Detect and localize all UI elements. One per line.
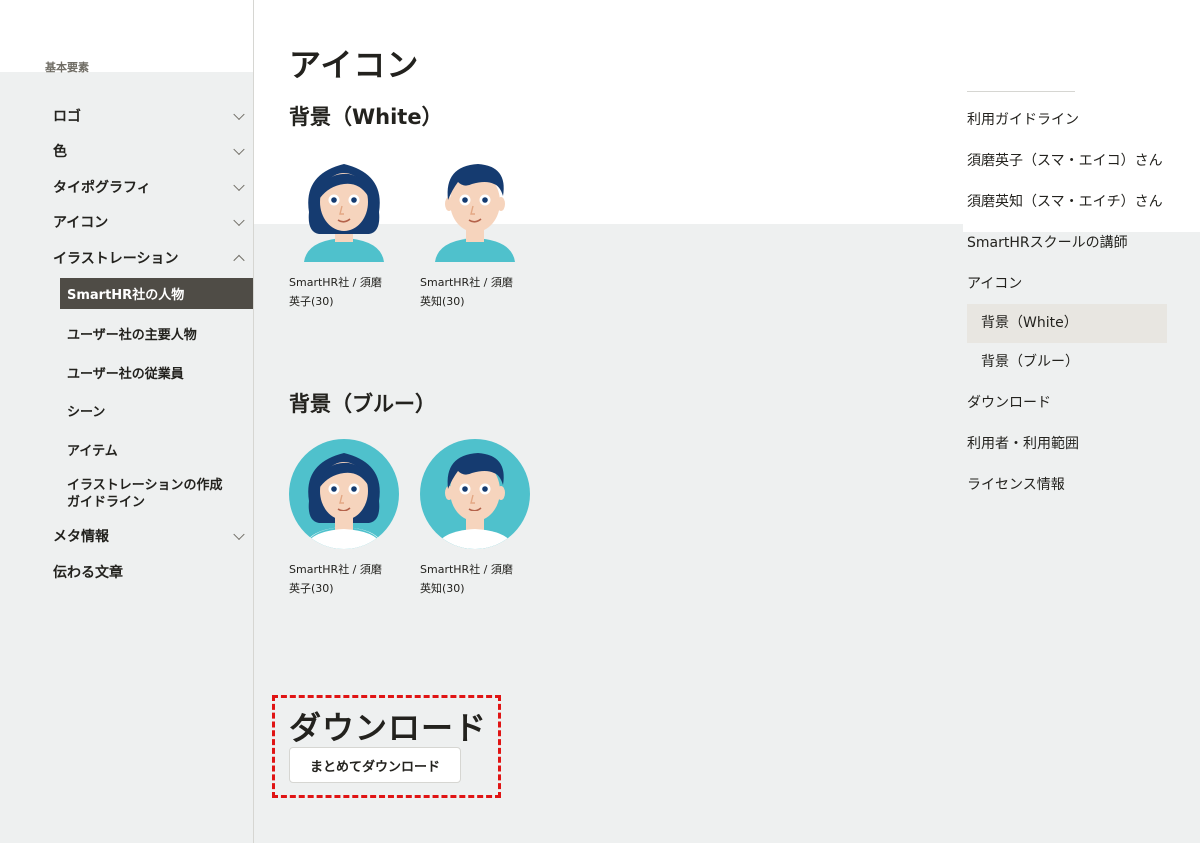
sidebar-divider bbox=[253, 0, 254, 843]
toc-item-users-scope[interactable]: 利用者・利用範囲 bbox=[967, 430, 1167, 459]
avatar-caption: SmartHR社 / 須磨英知(30) bbox=[420, 276, 513, 308]
woman-avatar-icon bbox=[289, 439, 399, 549]
download-all-button[interactable]: まとめてダウンロード bbox=[289, 747, 461, 783]
sidebar-item-label: アイコン bbox=[53, 215, 109, 232]
sidebar-item-writing[interactable]: 伝わる文章 bbox=[0, 554, 253, 590]
sidebar-subitem-user-employees[interactable]: ユーザー社の従業員 bbox=[60, 353, 253, 392]
sidebar-item-illustration[interactable]: イラストレーション bbox=[0, 240, 253, 276]
woman-avatar-icon bbox=[289, 152, 399, 262]
sidebar-item-label: イラストレーション bbox=[53, 250, 179, 267]
page-title: アイコン bbox=[289, 46, 420, 84]
man-avatar-icon bbox=[420, 439, 530, 549]
sidebar-item-label: 色 bbox=[53, 144, 67, 161]
chevron-down-icon bbox=[233, 528, 245, 541]
chevron-down-icon bbox=[233, 214, 245, 227]
toc-item-bg-blue[interactable]: 背景（ブルー） bbox=[967, 348, 1167, 377]
sidebar-item-meta[interactable]: メタ情報 bbox=[0, 519, 253, 555]
sidebar-subitem-items[interactable]: アイテム bbox=[60, 430, 253, 469]
avatar-card: SmartHR社 / 須磨英知(30) bbox=[420, 439, 530, 598]
section-heading-white: 背景（White） bbox=[289, 105, 443, 129]
toc-item-bg-white[interactable]: 背景（White） bbox=[967, 304, 1167, 343]
avatar-caption: SmartHR社 / 須磨英子(30) bbox=[289, 563, 382, 595]
sidebar-nav: ロゴ 色 タイポグラフィ アイコン イラストレーション SmartHR社の人物 … bbox=[0, 98, 253, 590]
sidebar-subitem-guidelines[interactable]: イラストレーションの作成ガイドライン bbox=[60, 469, 230, 519]
toc-item-usage-guidelines[interactable]: 利用ガイドライン bbox=[967, 106, 1167, 135]
sidebar-item-color[interactable]: 色 bbox=[0, 134, 253, 170]
sidebar-item-label: メタ情報 bbox=[53, 529, 109, 546]
chevron-down-icon bbox=[233, 179, 245, 191]
table-of-contents: 利用ガイドライン 須磨英子（スマ・エイコ）さん 須磨英知（スマ・エイチ）さん S… bbox=[967, 106, 1167, 512]
toc-item-school-teacher[interactable]: SmartHRスクールの講師 bbox=[967, 229, 1167, 258]
avatar-caption: SmartHR社 / 須磨英子(30) bbox=[289, 276, 382, 308]
toc-item-license[interactable]: ライセンス情報 bbox=[967, 471, 1167, 500]
toc-item-download[interactable]: ダウンロード bbox=[967, 389, 1167, 418]
sidebar-item-typography[interactable]: タイポグラフィ bbox=[0, 169, 253, 205]
avatar-caption: SmartHR社 / 須磨英知(30) bbox=[420, 563, 513, 595]
toc-item-eichi[interactable]: 須磨英知（スマ・エイチ）さん bbox=[967, 188, 1167, 217]
sidebar-item-label: ロゴ bbox=[53, 108, 81, 125]
sidebar-subitem-smarthr-people[interactable]: SmartHR社の人物 bbox=[60, 277, 253, 309]
sidebar-item-label: 伝わる文章 bbox=[53, 564, 123, 581]
avatar-card: SmartHR社 / 須磨英知(30) bbox=[420, 152, 530, 311]
sidebar-section-label: 基本要素 bbox=[45, 61, 89, 74]
sidebar-item-icon[interactable]: アイコン bbox=[0, 205, 253, 241]
sidebar-item-label: タイポグラフィ bbox=[53, 179, 151, 196]
sidebar-subnav: SmartHR社の人物 ユーザー社の主要人物 ユーザー社の従業員 シーン アイテ… bbox=[0, 277, 253, 519]
sidebar-subitem-scenes[interactable]: シーン bbox=[60, 392, 253, 431]
avatar-card: SmartHR社 / 須磨英子(30) bbox=[289, 152, 399, 311]
chevron-up-icon bbox=[233, 254, 245, 266]
man-avatar-icon bbox=[420, 152, 530, 262]
avatar-card: SmartHR社 / 須磨英子(30) bbox=[289, 439, 399, 598]
sidebar-subitem-user-key-people[interactable]: ユーザー社の主要人物 bbox=[60, 315, 253, 354]
section-heading-download: ダウンロード bbox=[289, 709, 488, 747]
toc-item-eiko[interactable]: 須磨英子（スマ・エイコ）さん bbox=[967, 147, 1167, 176]
sidebar-header-bg bbox=[0, 0, 253, 72]
sidebar-item-logo[interactable]: ロゴ bbox=[0, 98, 253, 134]
chevron-down-icon bbox=[233, 108, 245, 120]
toc-divider bbox=[967, 91, 1075, 92]
toc-item-icon[interactable]: アイコン bbox=[967, 270, 1167, 299]
section-heading-blue: 背景（ブルー） bbox=[289, 392, 436, 416]
chevron-down-icon bbox=[233, 143, 245, 156]
